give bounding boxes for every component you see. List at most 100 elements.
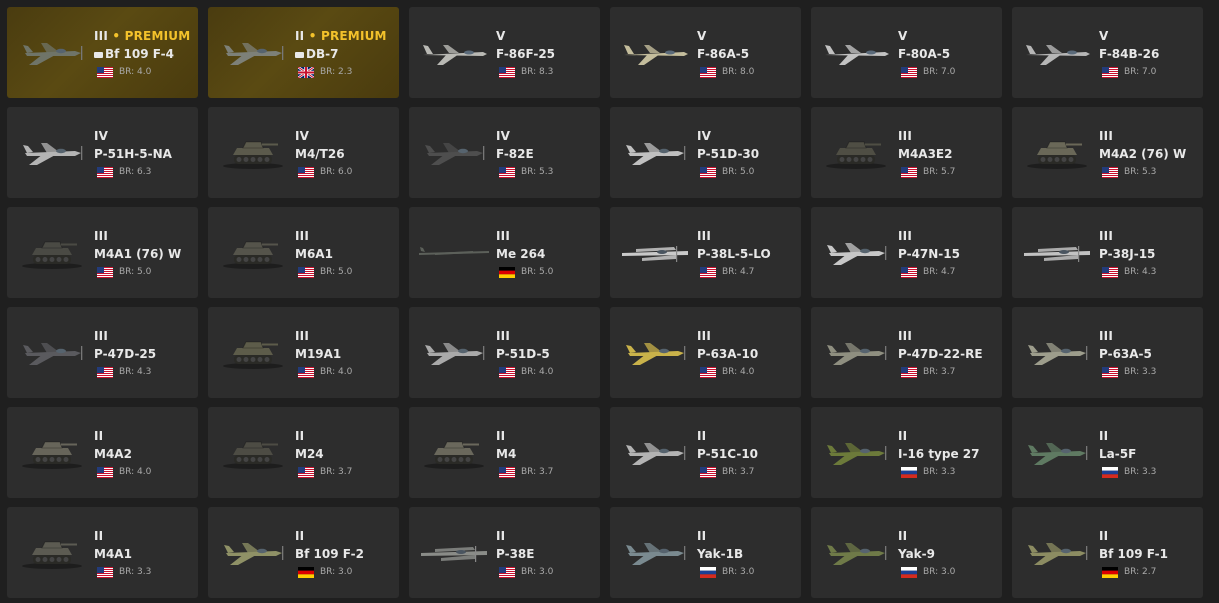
vehicle-card-6[interactable]: V F-84B-26 BR: 7.0 <box>1012 7 1203 98</box>
vehicle-card-29[interactable]: II I-16 type 27 BR: 3.3 <box>811 407 1002 498</box>
flag-usa-icon <box>97 266 113 278</box>
vehicle-rank: III <box>1099 229 1113 243</box>
vehicle-card-27[interactable]: II M4 BR: 3.7 <box>409 407 600 498</box>
vehicle-name-text: P-51D-30 <box>697 147 760 161</box>
battle-rating: BR: 5.0 <box>521 267 554 277</box>
vehicle-thumbnail <box>417 229 491 273</box>
flag-usa-icon <box>97 466 113 478</box>
br-row: BR: 3.0 <box>700 566 754 578</box>
rank-numeral: V <box>697 29 707 43</box>
vehicle-card-35[interactable]: II Yak-9 BR: 3.0 <box>811 507 1002 598</box>
vehicle-rank: III <box>1099 329 1113 343</box>
br-row: BR: 3.0 <box>499 566 553 578</box>
vehicle-card-8[interactable]: IV M4/T26 BR: 6.0 <box>208 107 399 198</box>
vehicle-name-text: F-86F-25 <box>496 47 556 61</box>
vehicle-card-31[interactable]: II M4A1 BR: 3.3 <box>7 507 198 598</box>
vehicle-name: Yak-9 <box>898 547 935 561</box>
rank-numeral: II <box>697 429 707 443</box>
vehicle-card-7[interactable]: IV P-51H-5-NA BR: 6.3 <box>7 107 198 198</box>
vehicle-thumbnail <box>618 229 692 273</box>
vehicle-card-9[interactable]: IV F-82E BR: 5.3 <box>409 107 600 198</box>
battle-rating: BR: 3.3 <box>119 567 152 577</box>
vehicle-card-21[interactable]: III P-51D-5 BR: 4.0 <box>409 307 600 398</box>
flag-usa-icon <box>901 366 917 378</box>
br-row: BR: 3.3 <box>97 566 151 578</box>
flag-usa-icon <box>700 366 716 378</box>
vehicle-card-33[interactable]: II P-38E BR: 3.0 <box>409 507 600 598</box>
vehicle-name-text: P-51C-10 <box>697 447 759 461</box>
rank-numeral: V <box>898 29 908 43</box>
rank-numeral: III <box>496 229 510 243</box>
vehicle-card-4[interactable]: V F-86A-5 BR: 8.0 <box>610 7 801 98</box>
flag-usa-icon <box>700 66 716 78</box>
flag-usa-icon <box>1102 66 1118 78</box>
battle-rating: BR: 5.0 <box>320 267 353 277</box>
vehicle-card-3[interactable]: V F-86F-25 BR: 8.3 <box>409 7 600 98</box>
vehicle-card-22[interactable]: III P-63A-10 BR: 4.0 <box>610 307 801 398</box>
br-row: BR: 4.0 <box>298 366 352 378</box>
vehicle-name-text: M24 <box>295 447 324 461</box>
flag-usa-icon <box>298 266 314 278</box>
vehicle-thumbnail <box>417 529 491 573</box>
vehicle-card-34[interactable]: II Yak-1B BR: 3.0 <box>610 507 801 598</box>
br-row: BR: 2.7 <box>1102 566 1156 578</box>
vehicle-card-36[interactable]: II Bf 109 F-1 BR: 2.7 <box>1012 507 1203 598</box>
vehicle-card-24[interactable]: III P-63A-5 BR: 3.3 <box>1012 307 1203 398</box>
vehicle-name: M4A2 <box>94 447 132 461</box>
vehicle-rank: V <box>496 29 506 43</box>
vehicle-card-15[interactable]: III Me 264 BR: 5.0 <box>409 207 600 298</box>
vehicle-card-10[interactable]: IV P-51D-30 BR: 5.0 <box>610 107 801 198</box>
vehicle-card-20[interactable]: III M19A1 BR: 4.0 <box>208 307 399 398</box>
vehicle-card-5[interactable]: V F-80A-5 BR: 7.0 <box>811 7 1002 98</box>
vehicle-card-32[interactable]: II Bf 109 F-2 BR: 3.0 <box>208 507 399 598</box>
vehicle-card-14[interactable]: III M6A1 BR: 5.0 <box>208 207 399 298</box>
vehicle-rank: IV <box>496 129 510 143</box>
vehicle-name: Bf 109 F-2 <box>295 547 364 561</box>
br-row: BR: 7.0 <box>901 66 955 78</box>
br-row: BR: 3.7 <box>901 366 955 378</box>
vehicle-thumbnail <box>819 529 893 573</box>
vehicle-thumbnail <box>216 529 290 573</box>
vehicle-name-text: P-47D-22-RE <box>898 347 983 361</box>
vehicle-card-25[interactable]: II M4A2 BR: 4.0 <box>7 407 198 498</box>
battle-rating: BR: 4.0 <box>119 67 152 77</box>
vehicle-rank: III <box>898 129 912 143</box>
flag-usa-icon <box>499 566 515 578</box>
br-row: BR: 6.3 <box>97 166 151 178</box>
rank-numeral: V <box>1099 29 1109 43</box>
br-row: BR: 3.0 <box>298 566 352 578</box>
rank-numeral: II <box>94 529 104 543</box>
vehicle-card-23[interactable]: III P-47D-22-RE BR: 3.7 <box>811 307 1002 398</box>
rank-numeral: III <box>898 329 912 343</box>
vehicle-card-18[interactable]: III P-38J-15 BR: 4.3 <box>1012 207 1203 298</box>
vehicle-name-text: P-63A-5 <box>1099 347 1152 361</box>
vehicle-card-26[interactable]: II M24 BR: 3.7 <box>208 407 399 498</box>
rank-numeral: III <box>94 29 108 43</box>
rank-numeral: II <box>697 529 707 543</box>
flag-usa-icon <box>97 566 113 578</box>
flag-usa-icon <box>298 166 314 178</box>
battle-rating: BR: 5.0 <box>722 167 755 177</box>
vehicle-card-11[interactable]: III M4A3E2 BR: 5.7 <box>811 107 1002 198</box>
battle-rating: BR: 3.0 <box>722 567 755 577</box>
vehicle-card-12[interactable]: III M4A2 (76) W BR: 5.3 <box>1012 107 1203 198</box>
vehicle-name-text: Bf 109 F-2 <box>295 547 364 561</box>
flag-usa-icon <box>499 66 515 78</box>
vehicle-name-text: M4A2 <box>94 447 132 461</box>
vehicle-thumbnail <box>819 229 893 273</box>
vehicle-card-30[interactable]: II La-5F BR: 3.3 <box>1012 407 1203 498</box>
vehicle-card-19[interactable]: III P-47D-25 BR: 4.3 <box>7 307 198 398</box>
vehicle-card-1[interactable]: III • PREMIUM Bf 109 F-4 BR: 4.0 <box>7 7 198 98</box>
vehicle-thumbnail <box>15 229 89 273</box>
vehicle-card-2[interactable]: II • PREMIUM DB-7 BR: 2.3 <box>208 7 399 98</box>
vehicle-card-16[interactable]: III P-38L-5-LO BR: 4.7 <box>610 207 801 298</box>
vehicle-card-13[interactable]: III M4A1 (76) W BR: 5.0 <box>7 207 198 298</box>
flag-usa-icon <box>499 166 515 178</box>
vehicle-rank: III <box>94 329 108 343</box>
br-row: BR: 5.0 <box>499 266 553 278</box>
vehicle-name-text: DB-7 <box>306 47 339 61</box>
vehicle-card-28[interactable]: II P-51C-10 BR: 3.7 <box>610 407 801 498</box>
vehicle-card-17[interactable]: III P-47N-15 BR: 4.7 <box>811 207 1002 298</box>
vehicle-name-text: P-38E <box>496 547 535 561</box>
br-row: BR: 2.3 <box>298 66 352 78</box>
